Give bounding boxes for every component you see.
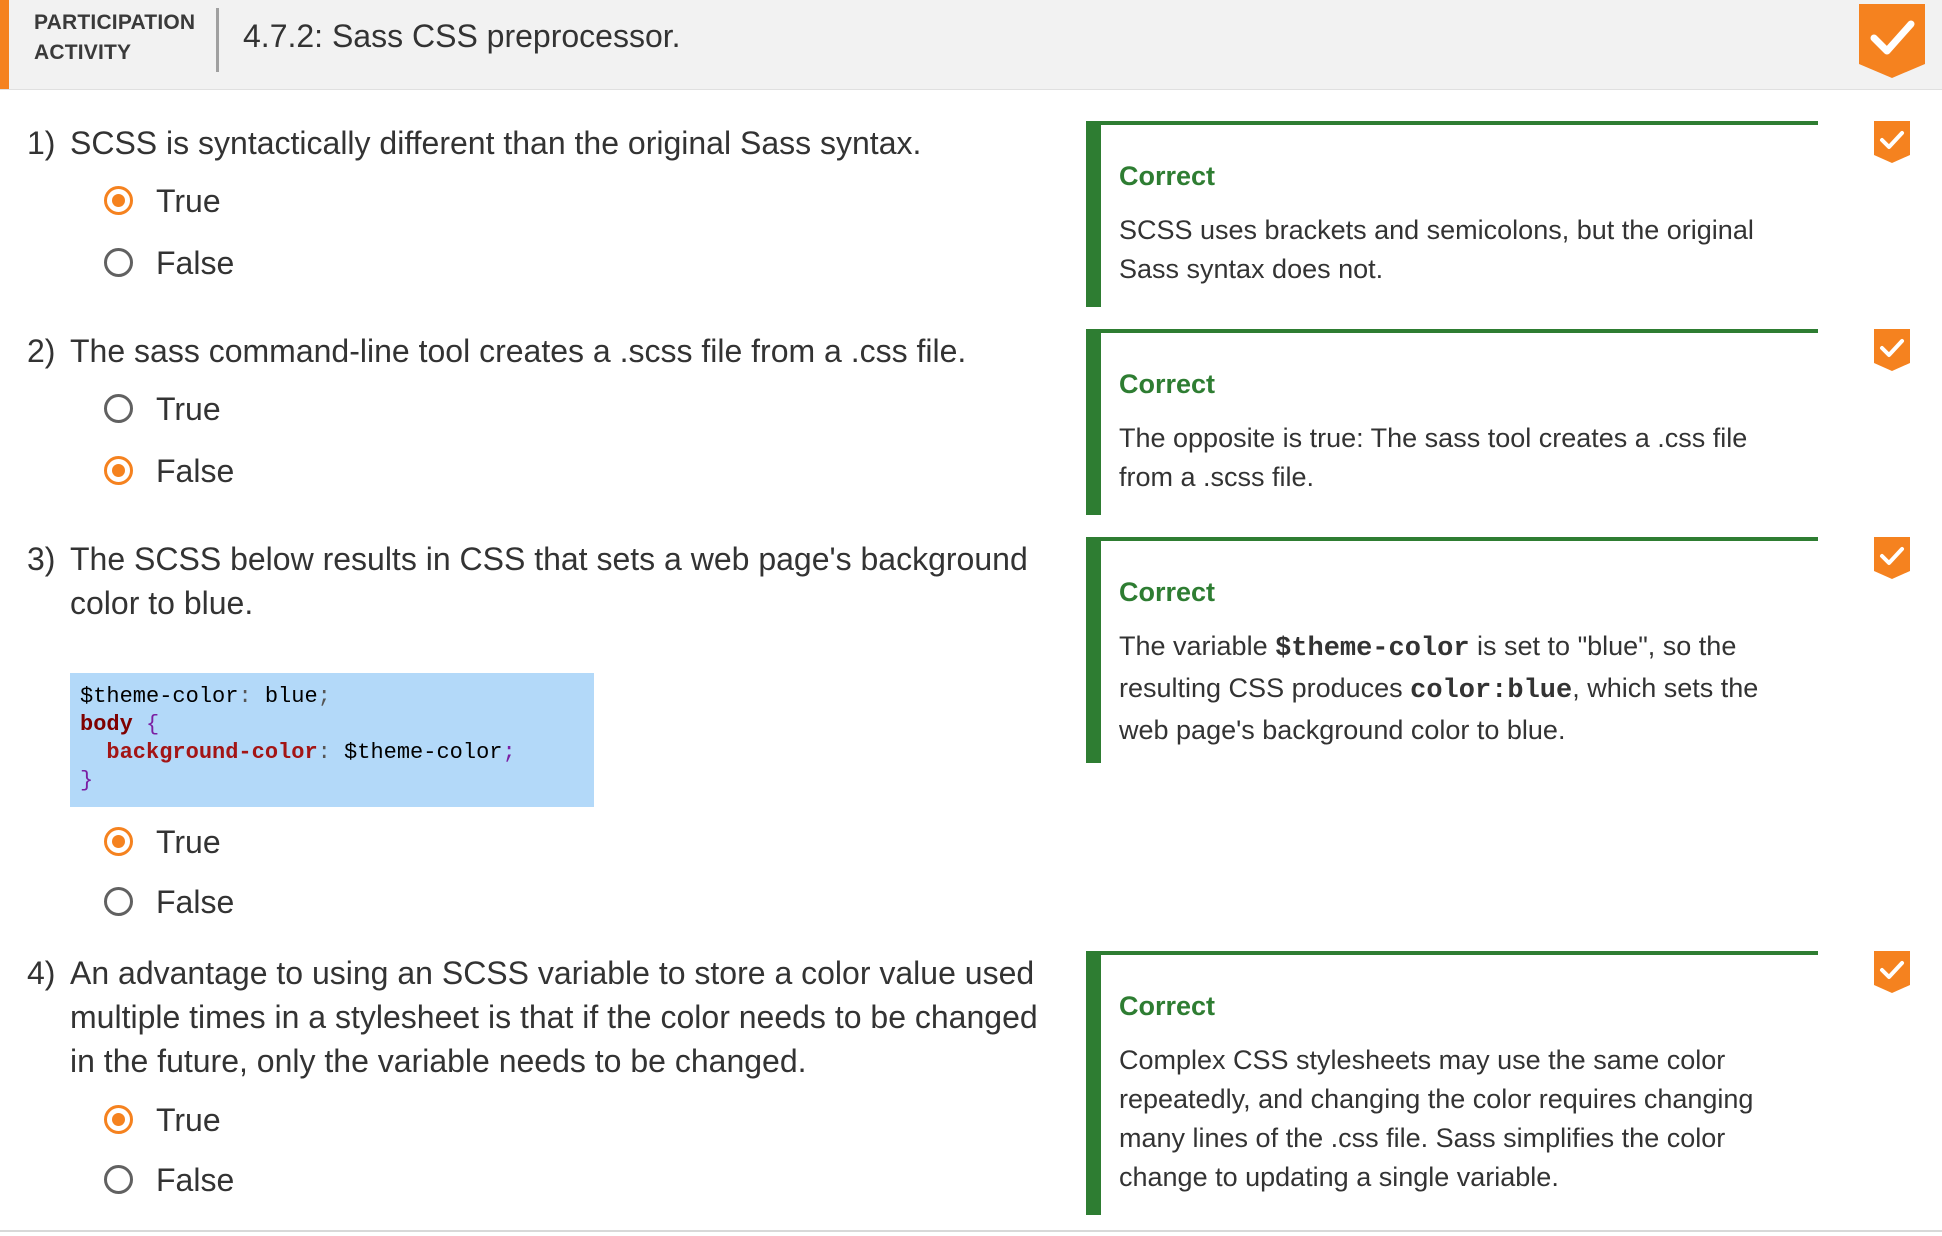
checkmark-badge-icon [1859,4,1925,78]
feedback-panel-2: Correct The opposite is true: The sass t… [1086,329,1818,515]
code-token: body [80,712,133,737]
code-line-4: } [80,767,584,795]
feedback-text: The variable $theme-color is set to "blu… [1119,627,1779,750]
bottom-divider [0,1230,1942,1232]
question-text: An advantage to using an SCSS variable t… [70,955,1038,1079]
choice-label: False [156,453,235,489]
question-number: 1) [27,125,56,161]
feedback-text: SCSS uses brackets and semicolons, but t… [1119,215,1754,284]
question-number: 4) [27,955,56,991]
code-token: $theme-color [80,684,239,709]
choice-label: False [156,884,235,920]
activity-type-line2: ACTIVITY [34,41,132,64]
feedback-panel-4: Correct Complex CSS stylesheets may use … [1086,951,1818,1215]
question-number: 2) [27,333,56,369]
activity-title: 4.7.2: Sass CSS preprocessor. [243,18,681,54]
code-token: ; [502,740,516,765]
feedback-text: Complex CSS stylesheets may use the same… [1119,1045,1754,1192]
code-line-3: background-color: $theme-color; [80,739,584,767]
code-token: ; [317,684,331,709]
feedback-panel-1: Correct SCSS uses brackets and semicolon… [1086,121,1818,307]
code-token: background-color [106,740,318,765]
choice-label: False [156,245,235,281]
radio-unselected-icon[interactable] [104,248,133,277]
feedback-title: Correct [1119,991,1216,1021]
checkmark-icon [1874,121,1910,163]
radio-unselected-icon[interactable] [104,1165,133,1194]
choice-label: True [156,824,221,860]
code-snippet: $theme-color: blue; body { background-co… [70,673,594,807]
question-number: 3) [27,541,56,577]
choice-label: True [156,1102,221,1138]
activity-type-label: PARTICIPATION ACTIVITY [34,8,195,68]
code-line-1: $theme-color: blue; [80,683,584,711]
radio-selected-icon[interactable] [104,1105,133,1134]
choice-label: True [156,183,221,219]
radio-unselected-icon[interactable] [104,394,133,423]
checkmark-icon [1874,329,1910,371]
code-token: $theme-color [330,740,503,765]
code-token: { [132,712,160,737]
radio-selected-icon[interactable] [104,186,133,215]
feedback-text-part: The variable [1119,631,1276,661]
code-token: : [238,684,252,709]
checkmark-icon [1874,537,1910,579]
question-text: SCSS is syntactically different than the… [70,125,922,161]
choice-label: False [156,1162,235,1198]
header-accent-bar [0,0,9,89]
code-token: blue [251,684,318,709]
feedback-title: Correct [1119,577,1216,607]
code-line-2: body { [80,711,584,739]
feedback-title: Correct [1119,369,1216,399]
radio-selected-icon[interactable] [104,827,133,856]
feedback-text: The opposite is true: The sass tool crea… [1119,423,1748,492]
activity-type-line1: PARTICIPATION [34,11,196,34]
feedback-panel-3: Correct The variable $theme-color is set… [1086,537,1818,763]
choice-label: True [156,391,221,427]
activity-header: PARTICIPATION ACTIVITY 4.7.2: Sass CSS p… [0,0,1942,90]
radio-selected-icon[interactable] [104,456,133,485]
feedback-code: $theme-color [1275,634,1470,664]
code-token: : [317,740,331,765]
feedback-title: Correct [1119,161,1216,191]
header-divider [216,8,219,72]
code-token: } [80,768,94,793]
question-text: The sass command-line tool creates a .sc… [70,333,967,369]
radio-unselected-icon[interactable] [104,887,133,916]
checkmark-icon [1874,951,1910,993]
question-text: The SCSS below results in CSS that sets … [70,541,1028,621]
feedback-code: color:blue [1410,676,1573,706]
